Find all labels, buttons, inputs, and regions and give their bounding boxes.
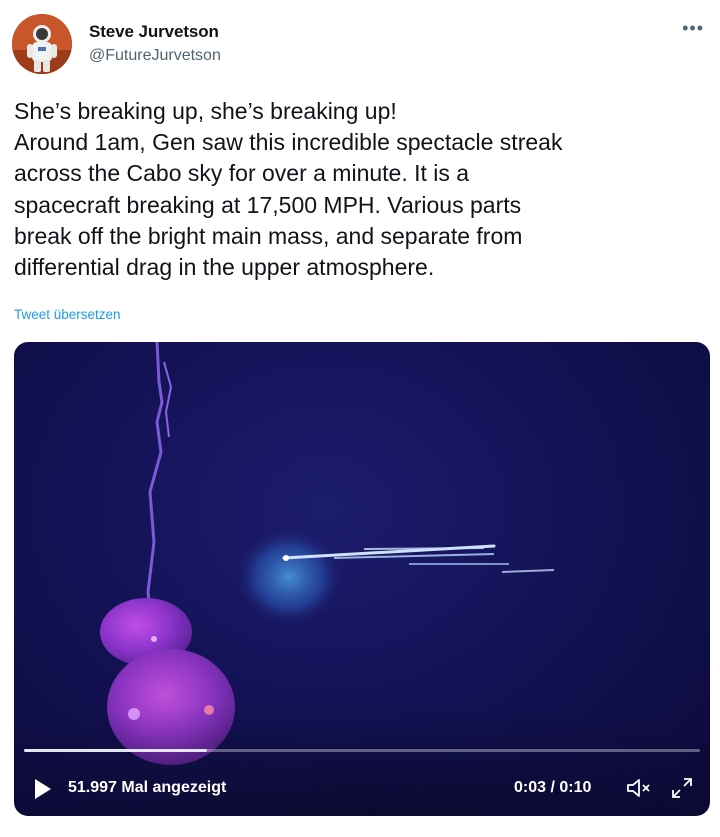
- author-handle[interactable]: @FutureJurvetson: [89, 47, 221, 65]
- tweet-line: break off the bright main mass, and sepa…: [14, 222, 523, 249]
- author-name[interactable]: Steve Jurvetson: [89, 22, 219, 42]
- tweet-line: She’s breaking up, she’s breaking up!: [14, 98, 397, 124]
- video-progress-bar[interactable]: [24, 749, 700, 752]
- translate-tweet-link[interactable]: Tweet übersetzen: [14, 307, 121, 322]
- tweet-line: across the Cabo sky for over a minute. I…: [14, 160, 470, 187]
- video-progress-fill: [24, 749, 207, 752]
- video-frame: [14, 342, 710, 816]
- play-icon[interactable]: [34, 778, 52, 800]
- tweet-line: spacecraft breaking at 17,500 MPH. Vario…: [14, 191, 522, 218]
- tweet-line: differential drag in the upper atmospher…: [14, 254, 435, 281]
- video-player[interactable]: 51.997 Mal angezeigt 0:03 / 0:10: [14, 342, 710, 816]
- tweet-line: Around 1am, Gen saw this incredible spec…: [14, 129, 563, 156]
- more-options-icon[interactable]: •••: [682, 18, 704, 39]
- tweet-text: She’s breaking up, she’s breaking up! Ar…: [14, 96, 704, 283]
- mute-icon[interactable]: [626, 776, 652, 800]
- astronaut-avatar-icon: [12, 14, 72, 74]
- avatar[interactable]: [12, 14, 72, 74]
- view-count: 51.997 Mal angezeigt: [68, 779, 227, 796]
- video-time: 0:03 / 0:10: [514, 779, 592, 796]
- fullscreen-icon[interactable]: [670, 776, 694, 800]
